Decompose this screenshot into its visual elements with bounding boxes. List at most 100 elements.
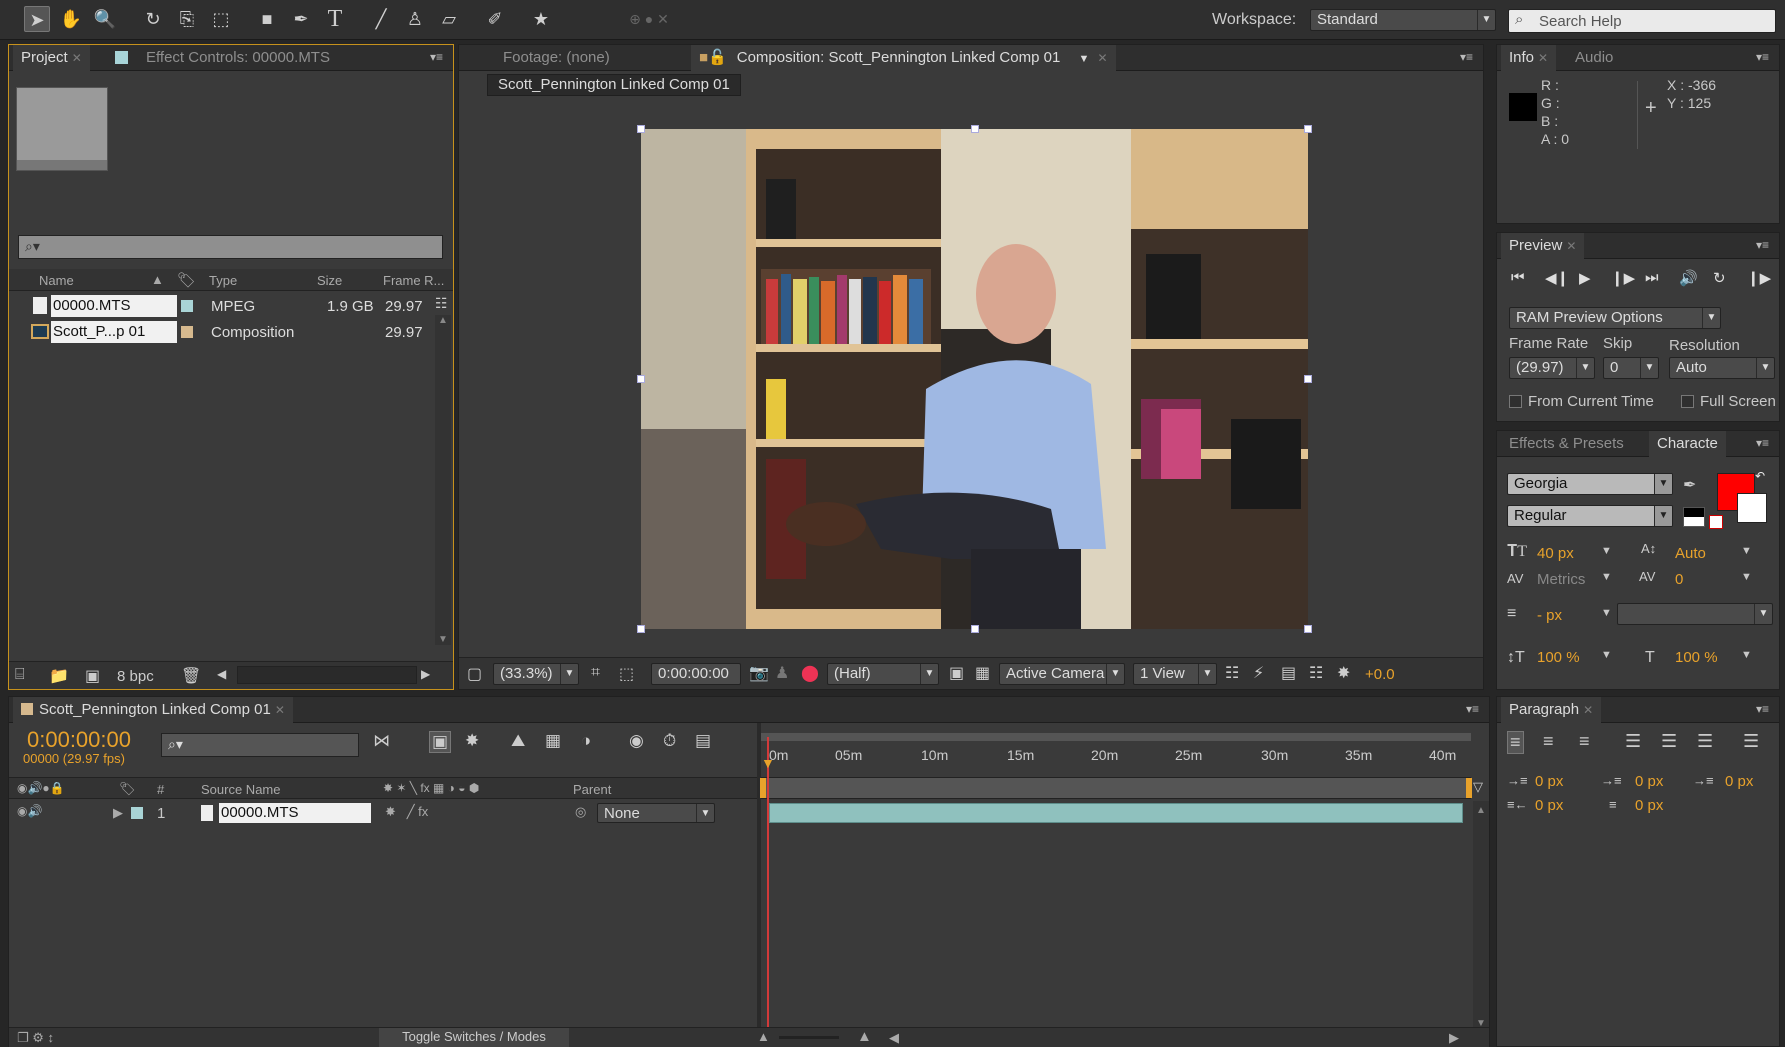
selection-tool-icon[interactable]: ➤ — [24, 6, 50, 32]
transform-handle[interactable] — [971, 625, 979, 633]
chevron-down-icon[interactable]: ▼ — [1741, 571, 1752, 583]
work-area-bar[interactable] — [761, 733, 1471, 741]
frame-blending-icon[interactable]: ▦ — [545, 731, 561, 751]
panel-menu-icon[interactable]: ▾≡ — [430, 50, 443, 64]
kerning-value[interactable]: Metrics — [1537, 571, 1585, 588]
axis-mode-icons[interactable]: ⊕ ● ✕ — [614, 6, 684, 32]
align-left-icon[interactable]: ≡ — [1507, 731, 1524, 754]
indent-left-value[interactable]: 0 px — [1535, 773, 1563, 790]
font-size-value[interactable]: 40 px — [1537, 545, 1574, 562]
tab-timeline[interactable]: Scott_Pennington Linked Comp 01 ✕ — [13, 697, 293, 723]
new-folder-icon[interactable]: 📁 — [49, 666, 69, 686]
chevron-down-icon[interactable]: ▼ — [1741, 545, 1752, 557]
panel-menu-icon[interactable]: ▾≡ — [1466, 702, 1479, 716]
safe-zones-icon[interactable]: ⌗ — [591, 664, 600, 682]
trash-icon[interactable]: 🗑 — [181, 666, 201, 686]
space-before-value[interactable]: 0 px — [1535, 797, 1563, 814]
next-frame-icon[interactable]: ❙▶ — [1611, 269, 1635, 287]
tab-project[interactable]: Project ✕ — [13, 45, 90, 71]
show-snapshot-icon[interactable]: ♟ — [775, 663, 789, 683]
scroll-up-icon[interactable]: ▲ — [438, 315, 448, 326]
graph-editor-toggle-icon[interactable]: ⏱ — [663, 731, 676, 751]
vertical-scale-value[interactable]: 100 % — [1537, 649, 1580, 666]
table-row[interactable]: Scott_P...p 01 Composition 29.97 — [9, 319, 433, 345]
layer-label-swatch[interactable] — [131, 807, 143, 819]
interpret-footage-icon[interactable]: ⌸ — [15, 666, 25, 684]
transform-handle[interactable] — [1304, 625, 1312, 633]
new-composition-icon[interactable]: ▣ — [85, 666, 100, 686]
previous-frame-icon[interactable]: ◀❙ — [1545, 269, 1569, 287]
full-screen-checkbox[interactable]: Full Screen — [1681, 393, 1776, 410]
comp-marker-bin-icon[interactable]: ▽ — [1473, 779, 1483, 795]
timeline-current-time[interactable]: 0:00:00:00 — [27, 727, 131, 753]
col-name[interactable]: Name — [39, 273, 74, 288]
tracking-value[interactable]: 0 — [1675, 571, 1683, 588]
motion-blur-icon[interactable]: ◑ — [581, 731, 591, 751]
toggle-pixel-aspect-icon[interactable]: ☷ — [1225, 663, 1239, 683]
scroll-right-icon[interactable]: ▶ — [1449, 1030, 1459, 1046]
layer-switch-icons[interactable]: ✸ ╱ fx — [385, 804, 428, 820]
col-size[interactable]: Size — [317, 273, 342, 288]
bit-depth-label[interactable]: 8 bpc — [117, 668, 154, 685]
live-update-icon[interactable]: ▣ — [429, 731, 452, 753]
camera-tool-icon[interactable]: ⎘ — [174, 6, 200, 32]
magnification-dropdown[interactable]: (33.3%) ▼ — [493, 663, 579, 685]
swap-colors-icon[interactable]: ↶ — [1755, 469, 1765, 483]
resolution-dropdown[interactable]: (Half) ▼ — [827, 663, 939, 685]
tab-footage[interactable]: Footage: (none) — [495, 45, 618, 71]
close-icon[interactable]: ✕ — [1538, 51, 1548, 65]
toggle-switches-modes-button[interactable]: Toggle Switches / Modes — [379, 1028, 569, 1047]
tab-preview[interactable]: Preview ✕ — [1501, 233, 1585, 259]
always-preview-icon[interactable]: ▢ — [467, 664, 482, 684]
transform-handle[interactable] — [971, 125, 979, 133]
indent-right-value[interactable]: 0 px — [1725, 773, 1753, 790]
from-current-time-checkbox[interactable]: From Current Time — [1509, 393, 1654, 410]
scroll-down-icon[interactable]: ▼ — [438, 634, 448, 645]
justify-left-icon[interactable]: ☰ — [1625, 731, 1641, 752]
camera-view-dropdown[interactable]: Active Camera ▼ — [999, 663, 1125, 685]
work-area-track[interactable] — [760, 777, 1472, 799]
shy-layers-icon[interactable]: ⛰ — [511, 731, 525, 751]
region-of-interest-icon[interactable]: ▣ — [949, 663, 964, 683]
chevron-down-icon[interactable]: ▼ — [1601, 607, 1612, 619]
timeline-icon[interactable]: ▤ — [1281, 663, 1296, 683]
zoom-tool-icon[interactable]: 🔍 — [92, 6, 118, 32]
space-after-value[interactable]: 0 px — [1635, 797, 1663, 814]
panel-menu-icon[interactable]: ▾≡ — [1756, 238, 1769, 252]
exposure-value[interactable]: +0.0 — [1365, 666, 1395, 683]
type-tool-icon[interactable]: T — [322, 6, 348, 32]
close-icon[interactable]: ✕ — [275, 703, 285, 717]
mask-visibility-icon[interactable]: ⬚ — [619, 664, 634, 684]
chevron-down-icon[interactable]: ▼ — [1741, 649, 1752, 661]
close-icon[interactable]: ✕ — [72, 51, 82, 65]
composition-mini-flowchart-icon[interactable]: ⋈ — [373, 731, 390, 751]
zoom-out-icon[interactable]: ▲ — [757, 1029, 770, 1044]
playhead-icon[interactable]: ▼ — [761, 755, 775, 771]
layer-duration-bar[interactable] — [769, 803, 1463, 823]
horizontal-scrollbar[interactable] — [237, 666, 417, 684]
align-center-icon[interactable]: ≡ — [1543, 731, 1554, 752]
tab-effects-presets[interactable]: Effects & Presets — [1501, 431, 1632, 457]
loop-icon[interactable]: ↻ — [1713, 269, 1726, 287]
tab-composition[interactable]: ■🔓 Composition: Scott_Pennington Linked C… — [691, 45, 1116, 71]
brush-tool-icon[interactable]: ╱ — [368, 6, 394, 32]
mute-audio-icon[interactable]: 🔊 — [1679, 269, 1698, 287]
no-stroke-swatch[interactable] — [1709, 515, 1723, 529]
tab-character[interactable]: Characte — [1649, 431, 1726, 457]
indent-first-value[interactable]: 0 px — [1635, 773, 1663, 790]
tab-paragraph[interactable]: Paragraph ✕ — [1501, 697, 1602, 723]
transform-handle[interactable] — [1304, 375, 1312, 383]
comp-name-tab[interactable]: Scott_Pennington Linked Comp 01 — [487, 74, 741, 96]
stroke-color-swatch[interactable] — [1737, 493, 1767, 523]
chevron-down-icon[interactable]: ▼ — [1078, 53, 1089, 65]
close-icon[interactable]: ✕ — [1098, 51, 1108, 65]
roto-brush-tool-icon[interactable]: ✐ — [482, 6, 508, 32]
ram-preview-options-dropdown[interactable]: RAM Preview Options ▼ — [1509, 307, 1721, 329]
snapshot-camera-icon[interactable]: 📷 — [749, 663, 769, 683]
scroll-up-icon[interactable]: ▲ — [1476, 805, 1486, 816]
scroll-left-icon[interactable]: ◀ — [217, 667, 226, 681]
horizontal-scale-value[interactable]: 100 % — [1675, 649, 1718, 666]
transform-handle[interactable] — [1304, 125, 1312, 133]
zoom-slider[interactable] — [779, 1036, 839, 1039]
graph-editor-icon[interactable]: ▤ — [695, 731, 711, 751]
